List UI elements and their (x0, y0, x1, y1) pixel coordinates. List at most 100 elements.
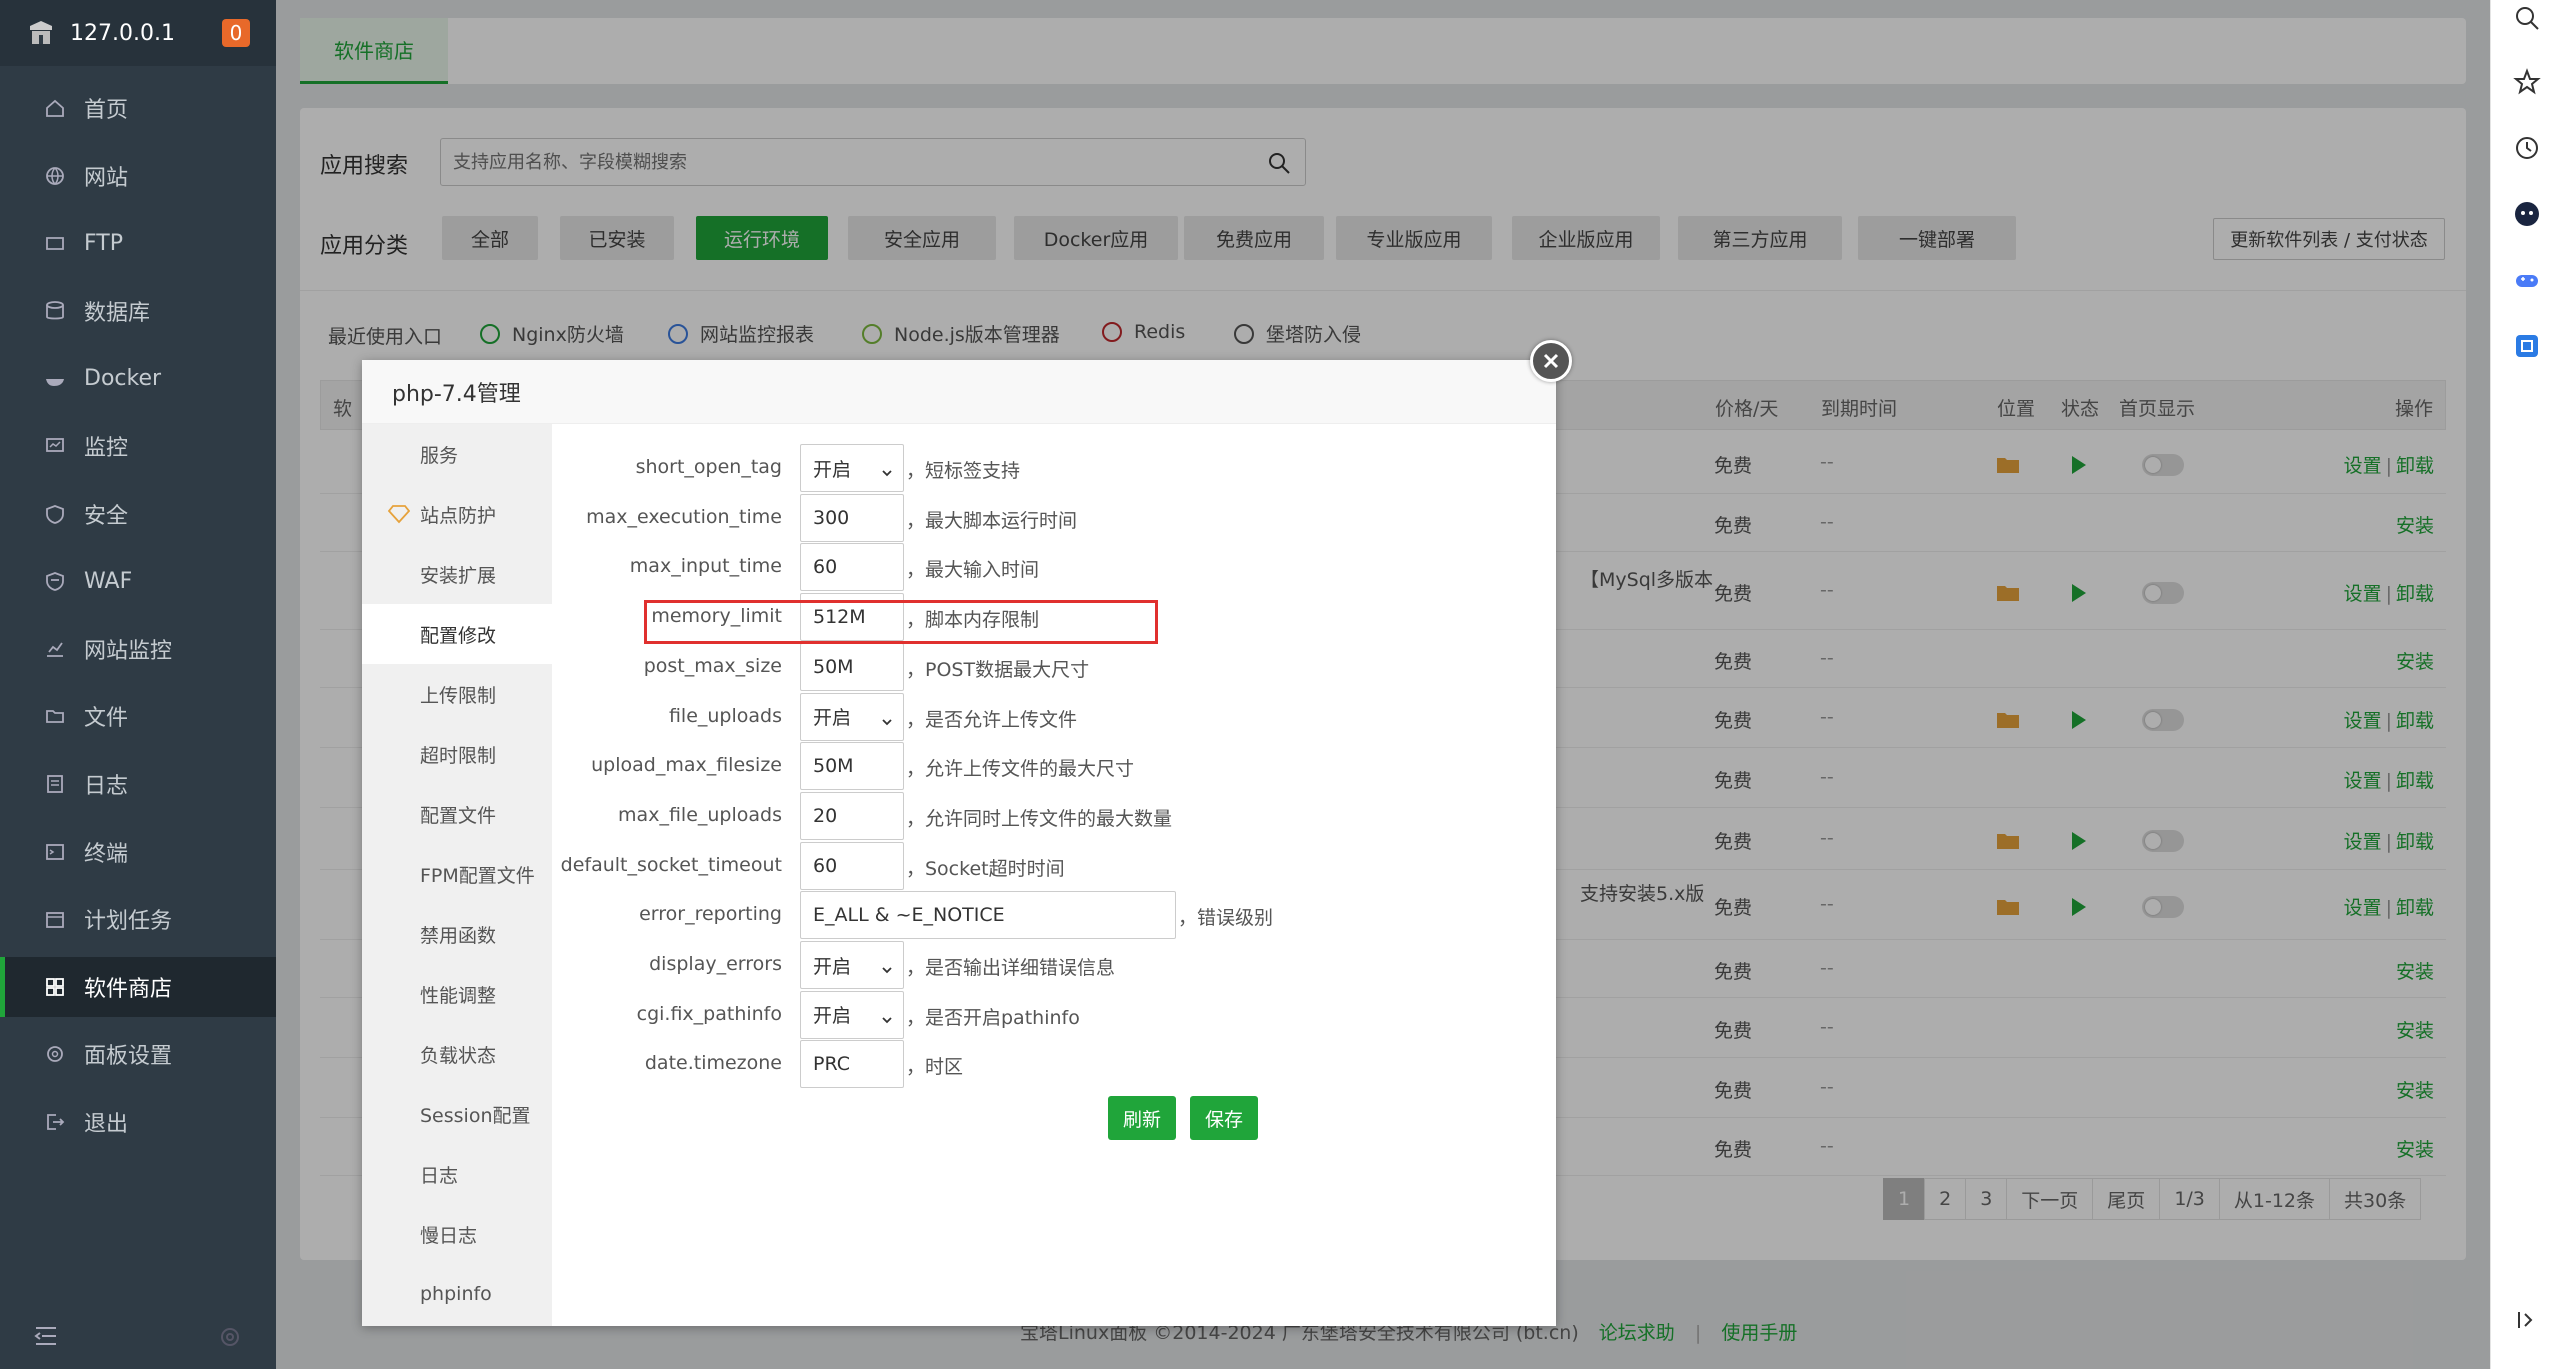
log-icon (44, 773, 66, 795)
sidebar-item-6[interactable]: 安全 (0, 484, 276, 544)
expand-panel-icon[interactable] (2513, 1306, 2541, 1334)
modal-nav-item-13[interactable]: 慢日志 (362, 1204, 552, 1264)
chart-icon (44, 638, 66, 660)
sidebar-item-11[interactable]: 终端 (0, 822, 276, 882)
modal-nav-item-2[interactable]: 安装扩展 (362, 544, 552, 604)
sidebar-item-label: 退出 (84, 1112, 129, 1137)
docker-icon (44, 367, 66, 389)
config-value: PRC (813, 1053, 850, 1076)
config-select-file_uploads[interactable]: 开启 (800, 692, 904, 741)
config-input-default_socket_timeout[interactable]: 60 (800, 841, 904, 890)
config-input-max_execution_time[interactable]: 300 (800, 493, 904, 542)
modal-nav-item-12[interactable]: 日志 (362, 1144, 552, 1204)
chevron-down-icon (881, 959, 893, 974)
modal-nav-item-7[interactable]: FPM配置文件 (362, 844, 552, 904)
modal-nav-label: 配置修改 (420, 624, 497, 647)
modal-nav-item-9[interactable]: 性能调整 (362, 964, 552, 1024)
config-value: 20 (813, 804, 838, 827)
sidebar-item-2[interactable]: FTP (0, 213, 276, 273)
sidebar-item-13[interactable]: 软件商店 (0, 956, 276, 1017)
sidebar-item-14[interactable]: 面板设置 (0, 1024, 276, 1084)
modal-nav-label: 配置文件 (420, 804, 497, 827)
sidebar-item-12[interactable]: 计划任务 (0, 889, 276, 949)
sidebar-item-15[interactable]: 退出 (0, 1092, 276, 1152)
modal-nav-item-6[interactable]: 配置文件 (362, 784, 552, 844)
config-row-upload_max_filesize: upload_max_filesize 50M ，允许上传文件的最大尺寸 (552, 742, 1552, 792)
close-button[interactable] (1530, 340, 1572, 382)
shield-icon (44, 503, 66, 525)
modal-nav-item-0[interactable]: 服务 (362, 424, 552, 484)
sidebar-item-label: 网站监控 (84, 638, 173, 664)
chevron-down-icon (881, 462, 893, 477)
sidebar-item-label: WAF (84, 568, 133, 594)
sidebar-item-label: 文件 (84, 706, 129, 732)
config-row-max_file_uploads: max_file_uploads 20 ，允许同时上传文件的最大数量 (552, 791, 1552, 842)
modal-nav-label: 超时限制 (420, 744, 497, 767)
ftp-icon (44, 232, 66, 254)
config-input-max_input_time[interactable]: 60 (800, 543, 904, 592)
sidebar-item-8[interactable]: 网站监控 (0, 619, 276, 679)
sidebar-item-label: FTP (84, 230, 123, 256)
config-label: post_max_size (643, 654, 782, 677)
sidebar-item-label: 面板设置 (84, 1044, 173, 1070)
modal-nav-label: 慢日志 (420, 1224, 478, 1247)
config-select-display_errors[interactable]: 开启 (800, 941, 904, 989)
notification-badge[interactable]: 0 (222, 19, 250, 47)
collapse-menu-icon[interactable] (34, 1325, 58, 1347)
config-input-upload_max_filesize[interactable]: 50M (800, 742, 904, 791)
modal-nav-item-11[interactable]: Session配置 (362, 1084, 552, 1144)
settings-gear-icon[interactable] (218, 1325, 242, 1349)
sidebar-item-label: 首页 (84, 98, 129, 123)
config-select-cgi.fix_pathinfo[interactable]: 开启 (800, 990, 904, 1039)
config-row-max_execution_time: max_execution_time 300 ，最大脚本运行时间 (552, 493, 1552, 544)
right-toolbar (2490, 0, 2560, 1369)
sidebar-item-10[interactable]: 日志 (0, 754, 276, 814)
config-row-max_input_time: max_input_time 60 ，最大输入时间 (552, 543, 1552, 593)
modal-nav-item-3[interactable]: 配置修改 (362, 604, 552, 664)
modal-nav-item-5[interactable]: 超时限制 (362, 724, 552, 784)
gamepad-icon[interactable] (2513, 266, 2541, 294)
sidebar-item-label: 安全 (84, 503, 129, 529)
save-button[interactable]: 保存 (1190, 1096, 1258, 1140)
config-label: display_errors (649, 953, 782, 975)
modal-nav-item-10[interactable]: 负载状态 (362, 1024, 552, 1084)
modal-nav-label: 日志 (420, 1164, 459, 1187)
config-label: max_execution_time (586, 505, 782, 528)
modal-nav-label: 上传限制 (420, 684, 497, 707)
config-row-display_errors: display_errors 开启 ，是否输出详细错误信息 (552, 941, 1552, 991)
modal-nav-item-8[interactable]: 禁用函数 (362, 904, 552, 964)
chevron-down-icon (881, 1009, 893, 1023)
modal-nav-item-4[interactable]: 上传限制 (362, 664, 552, 724)
config-select-short_open_tag[interactable]: 开启 (800, 444, 904, 492)
search-icon[interactable] (2513, 4, 2541, 32)
config-wide-error_reporting[interactable]: E_ALL & ~E_NOTICE (800, 891, 1176, 940)
refresh-button[interactable]: 刷新 (1108, 1096, 1176, 1140)
config-row-cgi.fix_pathinfo: cgi.fix_pathinfo 开启 ，是否开启pathinfo (552, 990, 1552, 1041)
modal-nav-item-1[interactable]: 站点防护 (362, 484, 552, 544)
sidebar-item-1[interactable]: 网站 (0, 146, 276, 206)
sidebar-header: 127.0.0.1 0 (0, 0, 276, 66)
sidebar-item-0[interactable]: 首页 (0, 78, 276, 138)
sidebar-item-9[interactable]: 文件 (0, 686, 276, 746)
modal-nav-label: 性能调整 (420, 984, 497, 1007)
config-label: cgi.fix_pathinfo (636, 1002, 782, 1025)
config-value: 开启 (813, 955, 852, 978)
config-description: ，时区 (906, 1056, 964, 1079)
sidebar-item-3[interactable]: 数据库 (0, 281, 276, 341)
modal-nav-item-14[interactable]: phpinfo (362, 1264, 552, 1324)
star-icon[interactable] (2513, 68, 2541, 96)
sidebar: 127.0.0.1 0 首页网站 FTP 数据库 Docker 监控安全 WAF 网站监控文… (0, 0, 276, 1369)
config-input-post_max_size[interactable]: 50M (800, 642, 904, 691)
clock-icon[interactable] (2513, 134, 2541, 162)
config-row-short_open_tag: short_open_tag 开启 ，短标签支持 (552, 444, 1552, 494)
config-input-max_file_uploads[interactable]: 20 (800, 791, 904, 840)
assistant-icon[interactable] (2513, 200, 2541, 228)
monitor-icon (44, 435, 66, 457)
sidebar-item-5[interactable]: 监控 (0, 416, 276, 476)
sidebar-item-7[interactable]: WAF (0, 551, 276, 611)
sidebar-item-4[interactable]: Docker (0, 348, 276, 408)
bt-logo-icon (30, 21, 52, 44)
app-icon[interactable] (2513, 332, 2541, 360)
config-input-date.timezone[interactable]: PRC (800, 1040, 904, 1089)
gear-icon (44, 1043, 66, 1065)
